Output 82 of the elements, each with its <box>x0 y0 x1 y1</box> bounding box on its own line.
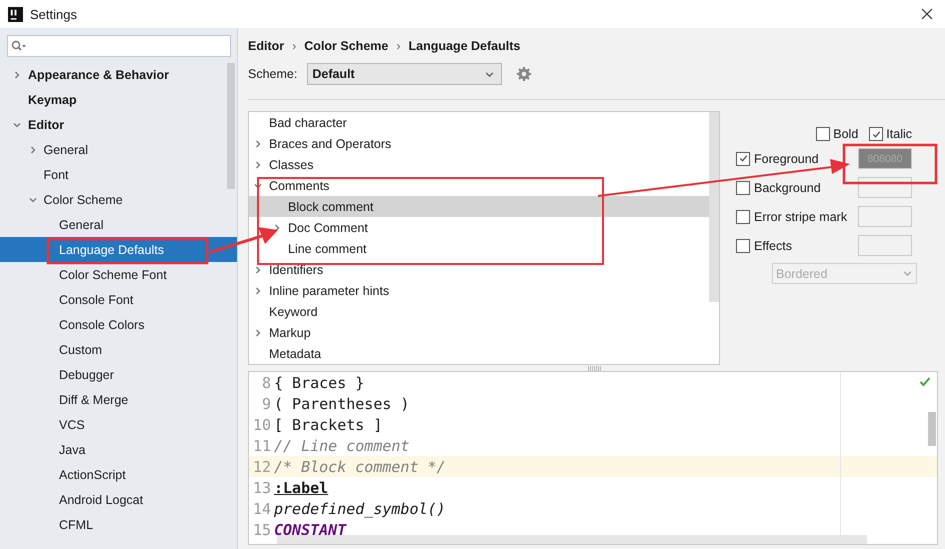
sidebar-item[interactable]: Color Scheme Font <box>59 268 167 282</box>
splitter-grip[interactable] <box>588 366 602 371</box>
checkbox[interactable] <box>736 180 750 194</box>
settings-icon[interactable] <box>516 66 532 82</box>
line-number: 13 <box>252 478 272 496</box>
checkmark-icon <box>870 128 882 140</box>
check-icon <box>919 376 931 388</box>
scheme-dropdown[interactable]: Default <box>307 63 502 85</box>
scrollbar[interactable] <box>709 112 719 302</box>
sidebar-item[interactable]: General <box>44 142 88 156</box>
breadcrumb-item[interactable]: Color Scheme <box>304 39 388 53</box>
scrollbar[interactable] <box>227 63 235 189</box>
code-line: /* Block comment */ <box>274 458 446 476</box>
app-logo-icon <box>8 6 23 22</box>
tree-item[interactable]: Bad character <box>269 116 347 130</box>
code-line: :Label <box>274 478 328 496</box>
option-label: Background <box>754 180 822 194</box>
scheme-label: Scheme: <box>248 67 298 81</box>
sidebar-item[interactable]: Custom <box>59 342 102 356</box>
sidebar-item[interactable]: Color Scheme <box>44 192 123 206</box>
tree-item[interactable]: Identifiers <box>269 262 324 276</box>
sidebar-item[interactable]: Java <box>59 442 86 456</box>
code-line: [ Brackets ] <box>274 416 382 434</box>
checkmark-icon <box>738 153 748 164</box>
option-label: Foreground <box>754 152 820 166</box>
color-swatch[interactable] <box>858 235 912 256</box>
code-line: predefined_symbol() <box>274 500 446 518</box>
option-label: Error stripe mark <box>754 210 848 224</box>
tree-item[interactable]: Block comment <box>288 200 374 214</box>
option-label: Effects <box>754 238 793 252</box>
sidebar-item[interactable]: General <box>59 218 104 232</box>
checkbox[interactable] <box>736 238 750 252</box>
sidebar-item[interactable]: Debugger <box>59 368 114 382</box>
code-line: { Braces } <box>274 374 364 392</box>
bold-label: Bold <box>833 127 858 141</box>
checkbox[interactable] <box>736 152 750 166</box>
window-title: Settings <box>30 6 78 22</box>
line-number: 12 <box>252 458 272 476</box>
sidebar-item[interactable]: Editor <box>28 118 64 132</box>
sidebar-item[interactable]: Diff & Merge <box>59 392 128 406</box>
search-icon <box>11 40 27 52</box>
scrollbar[interactable] <box>928 412 936 446</box>
line-number: 15 <box>252 520 272 538</box>
breadcrumb-item[interactable]: Editor <box>248 39 284 53</box>
sidebar-item[interactable]: VCS <box>59 418 85 432</box>
tree-item[interactable]: Metadata <box>269 346 322 360</box>
breadcrumb-item[interactable]: Language Defaults <box>408 39 520 53</box>
search-field[interactable] <box>7 35 231 57</box>
sidebar-item[interactable]: Appearance & Behavior <box>28 68 170 82</box>
sidebar-item[interactable]: Keymap <box>28 92 77 106</box>
code-line: CONSTANT <box>274 520 346 538</box>
line-number: 14 <box>252 500 272 518</box>
breadcrumb-separator: › <box>292 39 296 53</box>
sidebar-item[interactable]: ActionScript <box>59 468 126 482</box>
tree-item[interactable]: Keyword <box>269 304 318 318</box>
tree-item[interactable]: Comments <box>269 178 330 192</box>
tree-item[interactable]: Line comment <box>288 242 367 256</box>
scrollbar[interactable] <box>277 535 867 544</box>
sidebar-item[interactable]: Console Font <box>59 292 134 306</box>
breadcrumb-separator: › <box>396 39 401 53</box>
tree-item[interactable]: Classes <box>269 158 314 172</box>
color-swatch[interactable] <box>858 206 912 227</box>
code-line: ( Parentheses ) <box>274 394 410 412</box>
checkbox[interactable] <box>816 127 830 141</box>
line-number: 10 <box>252 416 272 434</box>
checkbox[interactable] <box>736 210 750 224</box>
line-number: 11 <box>252 436 272 454</box>
annotation-arrow <box>210 227 278 254</box>
sidebar-item[interactable]: CFML <box>59 518 94 532</box>
tree-item[interactable]: Markup <box>269 326 311 340</box>
italic-label: Italic <box>886 127 912 141</box>
sidebar-item[interactable]: Console Colors <box>59 318 144 332</box>
tree-item[interactable]: Inline parameter hints <box>269 284 390 298</box>
line-number: 9 <box>260 394 272 412</box>
line-number: 8 <box>260 374 272 392</box>
tree-item[interactable]: Braces and Operators <box>269 136 392 150</box>
sidebar-item[interactable]: Android Logcat <box>59 492 144 506</box>
checkbox[interactable] <box>869 127 884 141</box>
sidebar-item[interactable]: Font <box>44 168 69 182</box>
code-line: // Line comment <box>274 436 410 454</box>
close-icon[interactable] <box>921 8 933 20</box>
tree-item[interactable]: Doc Comment <box>288 220 368 234</box>
